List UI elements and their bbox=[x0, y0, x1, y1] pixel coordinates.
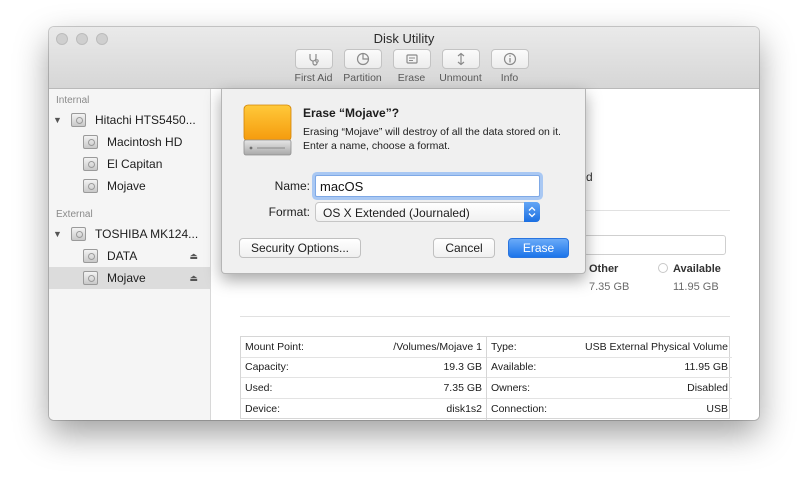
sheet-title: Erase “Mojave”? bbox=[303, 106, 400, 120]
sidebar-item-label: TOSHIBA MK124... bbox=[95, 227, 199, 241]
volume-icon bbox=[83, 249, 98, 263]
info-row: Capacity: 19.3 GB bbox=[241, 358, 486, 378]
volume-info-table: Mount Point: /Volumes/Mojave 1 Capacity: 1… bbox=[240, 336, 732, 420]
info-label: Info bbox=[500, 72, 519, 84]
unmount-button[interactable] bbox=[441, 49, 480, 69]
sidebar-item-label: Hitachi HTS5450... bbox=[95, 113, 196, 127]
external-section-header: External bbox=[56, 209, 93, 220]
info-key: Capacity: bbox=[245, 361, 289, 374]
volume-icon bbox=[83, 157, 98, 171]
info-value: USB External Physical Volume bbox=[585, 340, 728, 353]
eject-icon[interactable]: ⏏ bbox=[189, 273, 198, 284]
available-legend-value: 11.95 GB bbox=[673, 281, 719, 293]
hard-drive-icon bbox=[243, 104, 292, 156]
volume-icon bbox=[83, 271, 98, 285]
format-selected-value: OS X Extended (Journaled) bbox=[323, 206, 470, 220]
divider bbox=[240, 316, 730, 317]
info-key: Device: bbox=[245, 402, 281, 415]
sidebar-item-mojave-external[interactable]: Mojave ⏏ bbox=[49, 267, 210, 289]
erase-toolbar-button[interactable] bbox=[392, 49, 431, 69]
window-title: Disk Utility bbox=[373, 31, 435, 46]
info-column-left: Mount Point: /Volumes/Mojave 1 Capacity: 1… bbox=[241, 337, 486, 420]
info-button[interactable] bbox=[490, 49, 529, 69]
sidebar-item-label: El Capitan bbox=[107, 157, 163, 171]
erase-sheet-dialog: Erase “Mojave”? Erasing “Mojave” will de… bbox=[221, 89, 586, 274]
external-disk-icon bbox=[71, 227, 86, 241]
erase-button[interactable]: Erase bbox=[508, 238, 569, 258]
unmount-label: Unmount bbox=[439, 72, 482, 84]
sidebar-item-label: Mojave bbox=[107, 179, 146, 193]
partition-tool[interactable]: Partition bbox=[338, 49, 387, 84]
info-value: Disabled bbox=[687, 381, 728, 394]
pie-icon bbox=[356, 52, 369, 66]
info-value: USB bbox=[706, 402, 728, 415]
first-aid-label: First Aid bbox=[294, 72, 333, 84]
security-options-button[interactable]: Security Options... bbox=[239, 238, 361, 258]
partial-text: d bbox=[586, 170, 593, 184]
partition-button[interactable] bbox=[343, 49, 382, 69]
cancel-button[interactable]: Cancel bbox=[433, 238, 495, 258]
usage-bar bbox=[584, 235, 726, 255]
available-legend-swatch bbox=[658, 263, 668, 273]
sheet-description: Erasing “Mojave” will destroy of all the… bbox=[303, 126, 561, 152]
eraser-icon bbox=[405, 54, 418, 64]
eject-icon[interactable]: ⏏ bbox=[189, 251, 198, 262]
info-key: Used: bbox=[245, 381, 273, 394]
erase-tool[interactable]: Erase bbox=[387, 49, 436, 84]
available-legend-label: Available bbox=[673, 263, 721, 275]
info-row: Available: 11.95 GB bbox=[487, 358, 732, 378]
sidebar-item-label: Mojave bbox=[107, 271, 146, 285]
sidebar-item-macintosh-hd[interactable]: Macintosh HD bbox=[49, 131, 210, 153]
info-value: /Volumes/Mojave 1 bbox=[393, 340, 482, 353]
disclosure-triangle-icon[interactable]: ▼ bbox=[53, 115, 62, 125]
info-column-right: Type: USB External Physical Volume Availa… bbox=[486, 337, 732, 420]
stethoscope-icon bbox=[308, 54, 319, 66]
sidebar-item-data[interactable]: DATA ⏏ bbox=[49, 245, 210, 267]
info-row: Type: USB External Physical Volume bbox=[487, 337, 732, 358]
info-row: Connection: USB bbox=[487, 399, 732, 420]
select-arrows-icon bbox=[524, 202, 540, 222]
info-value: 19.3 GB bbox=[443, 361, 482, 374]
info-row: Used: 7.35 GB bbox=[241, 378, 486, 399]
info-key: Mount Point: bbox=[245, 340, 304, 353]
info-key: Connection: bbox=[491, 402, 548, 415]
name-input[interactable] bbox=[315, 175, 540, 197]
other-legend-label: Other bbox=[589, 263, 619, 275]
first-aid-tool[interactable]: First Aid bbox=[289, 49, 338, 84]
sidebar-item-label: Macintosh HD bbox=[107, 135, 183, 149]
disclosure-triangle-icon[interactable]: ▼ bbox=[53, 229, 62, 239]
partition-label: Partition bbox=[343, 72, 382, 84]
sidebar-item-toshiba[interactable]: ▼ TOSHIBA MK124... bbox=[49, 223, 210, 245]
toolbar: Disk Utility First Aid Partition Erase U… bbox=[49, 27, 759, 89]
sidebar-item-hitachi[interactable]: ▼ Hitachi HTS5450... bbox=[49, 109, 210, 131]
unmount-icon bbox=[457, 52, 464, 66]
info-value: 11.95 GB bbox=[684, 361, 728, 374]
format-label: Format: bbox=[268, 205, 310, 219]
name-label: Name: bbox=[274, 179, 310, 193]
first-aid-button[interactable] bbox=[294, 49, 333, 69]
sidebar: Internal ▼ Hitachi HTS5450... Macintosh … bbox=[49, 89, 211, 420]
info-icon bbox=[503, 52, 516, 66]
erase-label: Erase bbox=[397, 72, 426, 84]
info-key: Available: bbox=[491, 361, 537, 374]
unmount-tool[interactable]: Unmount bbox=[436, 49, 485, 84]
sidebar-item-el-capitan[interactable]: El Capitan bbox=[49, 153, 210, 175]
info-key: Type: bbox=[491, 340, 517, 353]
info-row: Device: disk1s2 bbox=[241, 399, 486, 420]
info-row: Mount Point: /Volumes/Mojave 1 bbox=[241, 337, 486, 358]
sidebar-item-label: DATA bbox=[107, 249, 138, 263]
other-legend-value: 7.35 GB bbox=[589, 281, 630, 293]
info-key: Owners: bbox=[491, 381, 531, 394]
format-select[interactable]: OS X Extended (Journaled) bbox=[315, 202, 540, 222]
volume-icon bbox=[83, 179, 98, 193]
volume-icon bbox=[83, 135, 98, 149]
info-tool[interactable]: Info bbox=[485, 49, 534, 84]
toolbar-buttons: First Aid Partition Erase Unmount Info bbox=[289, 49, 534, 84]
sidebar-item-mojave-internal[interactable]: Mojave bbox=[49, 175, 210, 197]
info-row: Owners: Disabled bbox=[487, 378, 732, 399]
info-value: 7.35 GB bbox=[443, 381, 482, 394]
internal-section-header: Internal bbox=[56, 95, 90, 106]
info-value: disk1s2 bbox=[446, 402, 482, 415]
internal-disk-icon bbox=[71, 113, 86, 127]
